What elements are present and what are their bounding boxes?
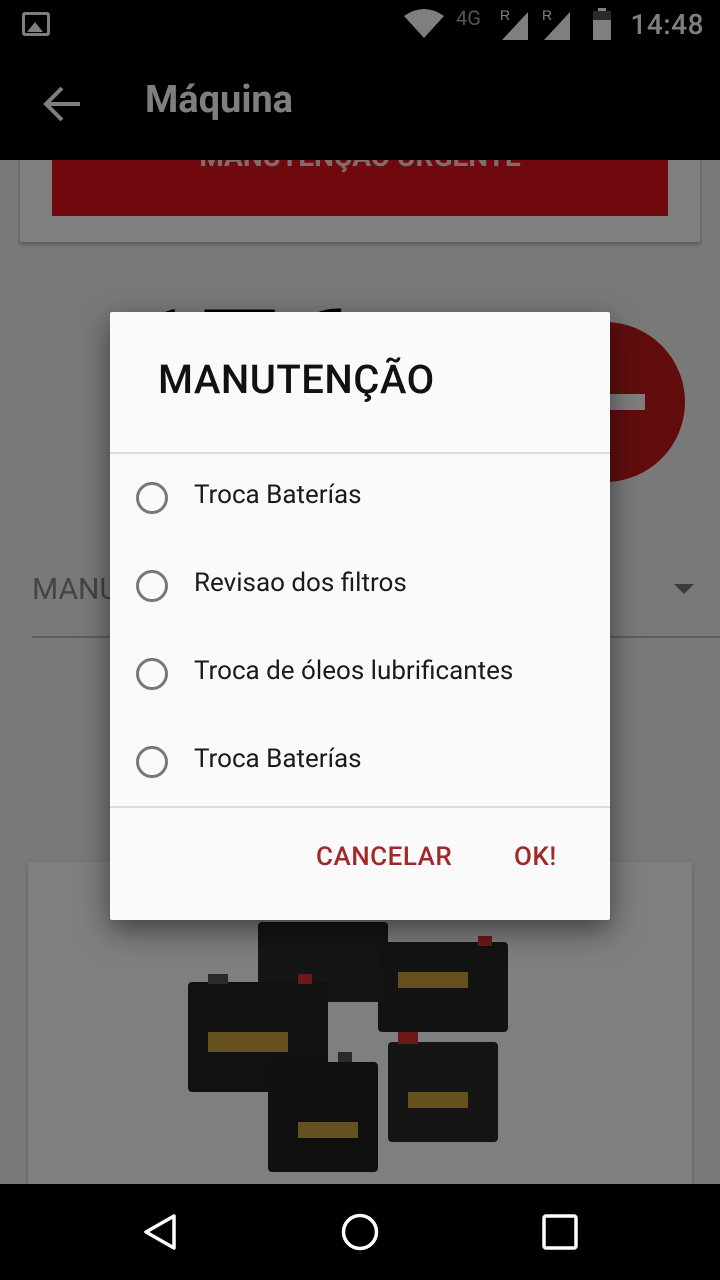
radio-button[interactable] (136, 570, 168, 602)
navigation-bar (0, 1184, 720, 1280)
ok-button[interactable]: OK! (514, 842, 557, 872)
option-label: Troca Baterías (194, 744, 362, 774)
recents-nav-icon[interactable] (542, 1214, 578, 1250)
maintenance-dialog: MANUTENÇÃO Troca Baterías Revisao dos fi… (110, 312, 610, 920)
option-item[interactable]: Troca Baterías (110, 718, 610, 806)
home-nav-icon[interactable] (340, 1212, 380, 1252)
radio-button[interactable] (136, 482, 168, 514)
option-item[interactable]: Revisao dos filtros (110, 542, 610, 630)
dialog-title: MANUTENÇÃO (158, 356, 435, 403)
option-item[interactable]: Troca de óleos lubrificantes (110, 630, 610, 718)
option-label: Troca Baterías (194, 480, 362, 510)
option-item[interactable]: Troca Baterías (110, 454, 610, 542)
radio-button[interactable] (136, 746, 168, 778)
option-label: Revisao dos filtros (194, 568, 407, 598)
option-label: Troca de óleos lubrificantes (194, 656, 514, 686)
divider (110, 806, 610, 808)
radio-button[interactable] (136, 658, 168, 690)
cancel-button[interactable]: CANCELAR (316, 842, 452, 872)
back-nav-icon[interactable] (140, 1212, 180, 1252)
